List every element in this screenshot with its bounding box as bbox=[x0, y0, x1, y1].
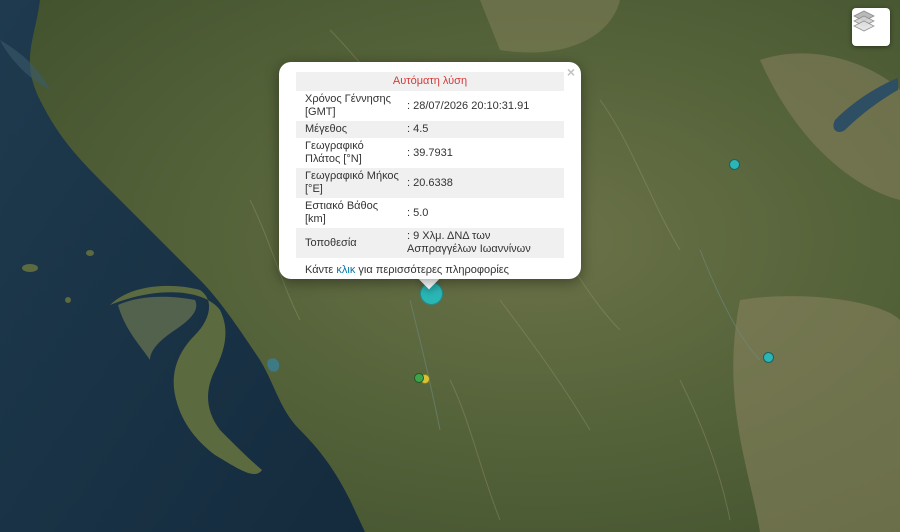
latitude-label: Γεωγραφικό Πλάτος [°N] bbox=[305, 140, 364, 165]
longitude-label: Γεωγραφικό Μήκος [°E] bbox=[296, 168, 404, 198]
earthquake-info-table: Αυτόματη λύση Χρόνος Γέννησης [GMT] : 28… bbox=[296, 72, 564, 258]
latitude-value: : 39.7931 bbox=[407, 146, 453, 159]
depth-label: Εστιακό Βάθος [km] bbox=[305, 200, 379, 225]
popup-title: Αυτόματη λύση bbox=[296, 72, 564, 91]
more-info-prefix: Κάντε bbox=[305, 264, 337, 276]
location-label: Τοποθεσία bbox=[296, 228, 404, 258]
location-value: : 9 Χλμ. ΔΝΔ των Ασπραγγέλων Ιωαννίνων bbox=[404, 228, 564, 258]
magnitude-value: : 4.5 bbox=[404, 121, 564, 138]
depth-value: : 5.0 bbox=[407, 206, 429, 219]
earthquake-marker-green[interactable] bbox=[414, 373, 424, 383]
origin-time-label: Χρόνος Γέννησης [GMT] bbox=[305, 93, 391, 118]
more-info-line: Κάντε κλικ για περισσότερες πληροφορίες bbox=[296, 258, 564, 276]
more-info-suffix: για περισσότερες πληροφορίες bbox=[355, 264, 509, 276]
earthquake-marker-e[interactable] bbox=[763, 352, 774, 363]
layers-control-button[interactable] bbox=[852, 8, 890, 46]
close-popup-button[interactable]: × bbox=[567, 65, 575, 79]
earthquake-popup: × Αυτόματη λύση Χρόνος Γέννησης [GMT] : … bbox=[279, 62, 581, 279]
more-info-link[interactable]: κλικ bbox=[336, 264, 355, 276]
origin-time-value: : 28/07/2026 20:10:31.91 bbox=[407, 99, 530, 112]
longitude-value: : 20.6338 bbox=[404, 168, 564, 198]
layers-icon bbox=[853, 10, 875, 32]
magnitude-label: Μέγεθος bbox=[296, 121, 404, 138]
earthquake-marker-ne[interactable] bbox=[729, 159, 740, 170]
